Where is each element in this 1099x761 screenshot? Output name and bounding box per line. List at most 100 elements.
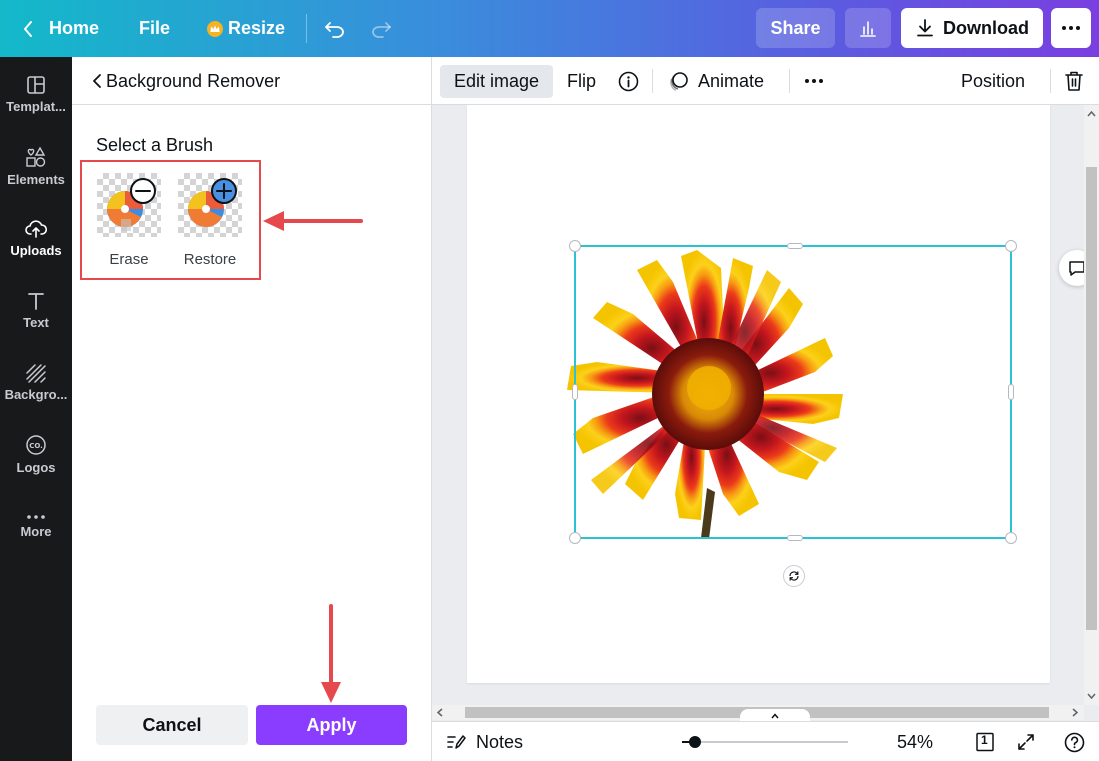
restore-brush[interactable]: Restore xyxy=(177,173,243,268)
zoom-percentage[interactable]: 54% xyxy=(897,722,933,761)
bar-chart-icon xyxy=(860,21,876,37)
top-bar: Home File Resize Share Download xyxy=(0,0,1099,57)
rail-item-uploads[interactable]: Uploads xyxy=(0,204,72,272)
rail-item-logos[interactable]: CO. Logos xyxy=(0,420,72,488)
rail-item-elements[interactable]: Elements xyxy=(0,132,72,200)
file-menu[interactable]: File xyxy=(139,0,170,57)
resize-handle-bottom-left[interactable] xyxy=(569,532,581,544)
scroll-left-icon xyxy=(436,708,443,717)
redo-button[interactable] xyxy=(370,0,392,57)
vertical-scrollbar[interactable] xyxy=(1084,105,1099,705)
erase-brush-icon xyxy=(107,178,156,231)
resize-handle-bottom-right[interactable] xyxy=(1005,532,1017,544)
resize-handle-bottom[interactable] xyxy=(787,535,803,541)
text-icon xyxy=(28,292,44,310)
divider xyxy=(1050,69,1051,93)
panel-title: Background Remover xyxy=(106,71,281,91)
fullscreen-button[interactable] xyxy=(1017,722,1035,761)
uploads-icon xyxy=(25,219,47,238)
image-selection-frame[interactable] xyxy=(569,240,1017,544)
scroll-right-icon xyxy=(1072,708,1079,717)
position-button[interactable]: Position xyxy=(961,57,1025,105)
rail-item-templates[interactable]: Templat... xyxy=(0,60,72,128)
rail-item-label: Text xyxy=(23,314,49,330)
home-button[interactable]: Home xyxy=(22,0,99,57)
background-remover-panel: Background Remover Select a Brush Erase xyxy=(72,57,432,761)
home-label: Home xyxy=(49,18,100,38)
rail-item-label: Uploads xyxy=(10,242,62,258)
download-button[interactable]: Download xyxy=(901,8,1043,48)
scroll-down-icon xyxy=(1087,693,1096,700)
logos-icon: CO. xyxy=(26,434,46,455)
undo-button[interactable] xyxy=(324,0,346,57)
rail-item-text[interactable]: Text xyxy=(0,276,72,344)
erase-brush-label: Erase xyxy=(109,251,149,268)
download-label: Download xyxy=(943,17,1029,38)
scroll-up-icon xyxy=(1087,110,1096,117)
edit-image-button[interactable]: Edit image xyxy=(440,65,553,98)
rail-item-more[interactable]: More xyxy=(0,492,72,560)
crown-icon xyxy=(207,20,223,37)
restore-brush-thumbnail xyxy=(178,173,242,237)
animate-button[interactable]: Animate xyxy=(668,57,764,105)
rotate-icon xyxy=(789,571,799,581)
design-page[interactable] xyxy=(467,105,1050,683)
animate-icon xyxy=(670,72,688,92)
redo-icon xyxy=(372,21,391,38)
notes-label: Notes xyxy=(476,731,524,752)
insights-button[interactable] xyxy=(845,8,891,48)
page-count: 1 xyxy=(981,733,988,747)
page-count-button[interactable]: 1 xyxy=(975,722,995,761)
share-button[interactable]: Share xyxy=(756,8,835,48)
more-context-button[interactable] xyxy=(804,57,824,105)
notes-icon xyxy=(447,735,466,749)
chevron-left-icon xyxy=(93,74,101,88)
divider xyxy=(789,69,790,93)
erase-brush-thumbnail xyxy=(97,173,161,237)
context-toolbar: Edit image Flip Animate Position xyxy=(432,57,1099,105)
resize-label: Resize xyxy=(228,18,286,38)
restore-brush-label: Restore xyxy=(183,251,237,268)
help-button[interactable] xyxy=(1064,722,1085,761)
bottom-bar: Notes 54% 1 xyxy=(432,721,1099,761)
panel-back-button[interactable] xyxy=(86,69,108,93)
zoom-slider-knob[interactable] xyxy=(689,736,701,748)
info-button[interactable] xyxy=(618,57,639,105)
ellipsis-icon xyxy=(805,79,823,83)
info-icon xyxy=(618,71,639,91)
divider xyxy=(652,69,653,93)
delete-button[interactable] xyxy=(1064,57,1084,105)
rail-item-label: Backgro... xyxy=(4,386,68,402)
divider xyxy=(306,14,307,43)
rail-item-background[interactable]: Backgro... xyxy=(0,348,72,416)
resize-handle-top[interactable] xyxy=(787,243,803,249)
chevron-left-icon xyxy=(24,20,32,37)
resize-handle-left[interactable] xyxy=(572,384,578,400)
resize-handle-right[interactable] xyxy=(1008,384,1014,400)
cancel-button[interactable]: Cancel xyxy=(96,705,248,745)
erase-brush[interactable]: Erase xyxy=(96,173,162,268)
rail-item-label: Logos xyxy=(16,459,56,475)
resize-button[interactable]: Resize xyxy=(206,0,285,57)
more-icon xyxy=(27,514,45,519)
restore-brush-icon xyxy=(188,178,237,227)
brush-heading: Select a Brush xyxy=(96,135,214,155)
more-options-button[interactable] xyxy=(1051,8,1091,48)
notes-button[interactable]: Notes xyxy=(446,722,523,761)
expand-icon xyxy=(1018,734,1034,750)
apply-button[interactable]: Apply xyxy=(256,705,407,745)
templates-icon xyxy=(27,75,45,94)
panel-header: Background Remover xyxy=(72,57,432,105)
rotate-handle[interactable] xyxy=(783,565,805,587)
background-icon xyxy=(26,363,46,383)
trash-icon xyxy=(1065,71,1083,91)
flip-button[interactable]: Flip xyxy=(567,57,596,105)
ellipsis-icon xyxy=(1062,26,1080,30)
animate-label: Animate xyxy=(698,70,765,91)
canvas-workspace xyxy=(432,105,1084,705)
vertical-scroll-thumb[interactable] xyxy=(1086,167,1097,630)
resize-handle-top-left[interactable] xyxy=(569,240,581,252)
resize-handle-top-right[interactable] xyxy=(1005,240,1017,252)
zoom-slider[interactable] xyxy=(682,736,848,748)
download-icon xyxy=(917,19,933,37)
